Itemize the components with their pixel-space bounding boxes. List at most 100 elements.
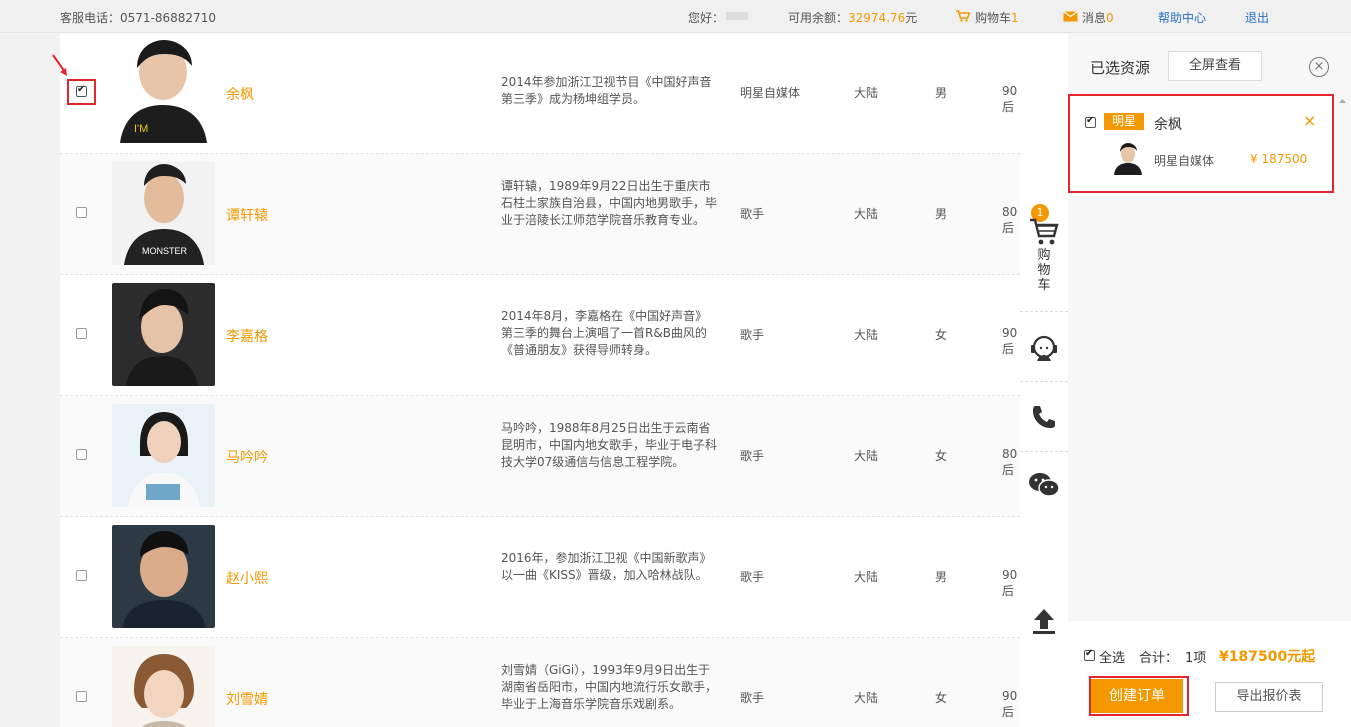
resource-gender: 女 bbox=[935, 328, 948, 342]
fullscreen-button[interactable]: 全屏查看 bbox=[1168, 51, 1262, 81]
resource-region: 大陆 bbox=[854, 449, 879, 463]
resource-name[interactable]: 谭轩辕 bbox=[226, 205, 268, 225]
table-row[interactable]: MONSTER 谭轩辕 谭轩辕，1989年9月22日出生于重庆市石柱土家族自治县… bbox=[60, 154, 1020, 275]
message-link[interactable]: 消息0 bbox=[1082, 9, 1114, 26]
resource-region: 大陆 bbox=[854, 570, 879, 584]
username-masked bbox=[726, 12, 748, 20]
resource-gender: 男 bbox=[935, 86, 948, 100]
resource-region: 大陆 bbox=[854, 328, 879, 342]
resource-name[interactable]: 余枫 bbox=[226, 84, 254, 104]
avatar[interactable] bbox=[112, 646, 215, 727]
resource-category: 歌手 bbox=[740, 207, 765, 221]
resource-gender: 女 bbox=[935, 449, 948, 463]
scroll-up-icon[interactable] bbox=[1334, 95, 1351, 105]
table-row[interactable]: 马吟吟 马吟吟，1988年8月25日出生于云南省昆明市，中国内地女歌手，毕业于电… bbox=[60, 396, 1020, 517]
resource-name[interactable]: 刘雪婧 bbox=[226, 689, 268, 709]
remove-item-icon[interactable]: × bbox=[1303, 111, 1316, 130]
avatar[interactable] bbox=[112, 283, 215, 386]
resource-category: 歌手 bbox=[740, 570, 765, 584]
annotation-arrow-icon bbox=[52, 54, 67, 76]
cart-icon[interactable] bbox=[956, 10, 970, 22]
select-all-checkbox[interactable] bbox=[1084, 648, 1095, 661]
divider bbox=[1020, 311, 1068, 312]
table-row[interactable]: 刘雪婧 刘雪婧（GiGi），1993年9月9日出生于湖南省岳阳市，中国内地流行乐… bbox=[60, 638, 1020, 727]
resource-name[interactable]: 马吟吟 bbox=[226, 447, 268, 467]
back-to-top-button[interactable] bbox=[1020, 607, 1068, 635]
resource-category: 歌手 bbox=[740, 328, 765, 342]
avatar[interactable]: I'M bbox=[112, 40, 215, 143]
resource-category: 歌手 bbox=[740, 449, 765, 463]
customer-service-icon bbox=[1031, 335, 1057, 361]
resource-name[interactable]: 赵小熙 bbox=[226, 568, 268, 588]
resource-gender: 男 bbox=[935, 207, 948, 221]
toolbar-cart-button[interactable]: 购物车 bbox=[1020, 218, 1068, 293]
avatar[interactable]: MONSTER bbox=[112, 162, 215, 265]
hotline-text: 客服电话：0571-86882710 bbox=[60, 11, 216, 25]
create-order-button[interactable]: 创建订单 bbox=[1091, 679, 1183, 713]
resource-description: 谭轩辕，1989年9月22日出生于重庆市石柱土家族自治县，中国内地男歌手，毕业于… bbox=[501, 179, 718, 227]
resource-list: I'M 余枫 2014年参加浙江卫视节目《中国好声音第三季》成为杨坤组学员。 明… bbox=[60, 33, 1020, 727]
resource-description: 2014年8月，李嘉格在《中国好声音》第三季的舞台上演唱了一首R&B曲风的《普通… bbox=[501, 309, 708, 357]
avatar[interactable] bbox=[112, 525, 215, 628]
selected-item-price: ¥ 187500 bbox=[1250, 152, 1308, 166]
row-checkbox[interactable] bbox=[76, 449, 87, 460]
selected-item-tag: 明星 bbox=[1104, 113, 1144, 130]
resource-gender: 男 bbox=[935, 570, 948, 584]
phone-icon bbox=[1033, 406, 1055, 428]
mail-icon[interactable] bbox=[1063, 11, 1078, 22]
resource-description: 2016年，参加浙江卫视《中国新歌声》以一曲《KISS》晋级，加入哈林战队。 bbox=[501, 551, 712, 582]
row-checkbox[interactable] bbox=[76, 570, 87, 581]
resource-age: 90后 bbox=[1002, 568, 1018, 598]
divider bbox=[1020, 451, 1068, 452]
resource-name[interactable]: 李嘉格 bbox=[226, 326, 268, 346]
toolbar-cart-label: 购物车 bbox=[1037, 248, 1051, 293]
wechat-button[interactable] bbox=[1020, 471, 1068, 499]
table-row[interactable]: 赵小熙 2016年，参加浙江卫视《中国新歌声》以一曲《KISS》晋级，加入哈林战… bbox=[60, 517, 1020, 638]
resource-description: 刘雪婧（GiGi），1993年9月9日出生于湖南省岳阳市，中国内地流行乐女歌手，… bbox=[501, 663, 718, 711]
table-row[interactable]: I'M 余枫 2014年参加浙江卫视节目《中国好声音第三季》成为杨坤组学员。 明… bbox=[60, 33, 1020, 154]
phone-button[interactable] bbox=[1020, 403, 1068, 431]
total-price: ¥187500元起 bbox=[1219, 649, 1316, 665]
help-center-link[interactable]: 帮助中心 bbox=[1158, 9, 1206, 26]
order-summary-bar: 全选 合计： 1项 ¥187500元起 创建订单 导出报价表 bbox=[1068, 621, 1351, 727]
svg-text:MONSTER: MONSTER bbox=[142, 246, 188, 256]
resource-age: 90后 bbox=[1002, 84, 1018, 114]
cart-icon bbox=[1030, 218, 1059, 245]
resource-age: 90后 bbox=[1002, 326, 1018, 356]
greeting: 您好： bbox=[688, 11, 725, 25]
row-checkbox[interactable] bbox=[76, 328, 87, 339]
side-toolbar: 1 购物车 bbox=[1020, 33, 1068, 727]
logout-link[interactable]: 退出 bbox=[1245, 9, 1269, 26]
svg-text:I'M: I'M bbox=[134, 123, 148, 135]
resource-category: 明星自媒体 bbox=[740, 86, 801, 100]
total-label: 合计： bbox=[1139, 651, 1179, 666]
selected-item-category: 明星自媒体 bbox=[1154, 154, 1215, 168]
wechat-icon bbox=[1029, 473, 1060, 497]
selected-item-checkbox[interactable] bbox=[1085, 115, 1096, 128]
row-checkbox[interactable] bbox=[76, 84, 87, 97]
table-row[interactable]: 李嘉格 2014年8月，李嘉格在《中国好声音》第三季的舞台上演唱了一首R&B曲风… bbox=[60, 275, 1020, 396]
cart-link[interactable]: 购物车1 bbox=[975, 9, 1019, 26]
row-checkbox[interactable] bbox=[76, 207, 87, 218]
panel-scrollbar[interactable] bbox=[1334, 95, 1351, 621]
selected-resources-panel: 已选资源 全屏查看 × 明星 余枫 × 明星自媒体 ¥ 187500 bbox=[1068, 33, 1351, 621]
resource-region: 大陆 bbox=[854, 207, 879, 221]
resource-age: 90后 bbox=[1002, 689, 1018, 719]
panel-title: 已选资源 bbox=[1090, 59, 1151, 77]
resource-age: 80后 bbox=[1002, 205, 1018, 235]
resource-region: 大陆 bbox=[854, 691, 879, 705]
close-icon[interactable]: × bbox=[1309, 57, 1329, 77]
top-bar: 客服电话：0571-86882710 您好： 可用余额：32974.76元 购物… bbox=[0, 0, 1351, 33]
selected-item[interactable]: 明星 余枫 × 明星自媒体 ¥ 187500 bbox=[1068, 94, 1334, 193]
resource-category: 歌手 bbox=[740, 691, 765, 705]
divider bbox=[1020, 381, 1068, 382]
row-checkbox[interactable] bbox=[76, 691, 87, 702]
resource-description: 2014年参加浙江卫视节目《中国好声音第三季》成为杨坤组学员。 bbox=[501, 75, 712, 106]
select-all-label[interactable]: 全选 bbox=[1099, 647, 1125, 666]
balance: 可用余额：32974.76元 bbox=[788, 11, 918, 25]
resource-description: 马吟吟，1988年8月25日出生于云南省昆明市，中国内地女歌手，毕业于电子科技大… bbox=[501, 421, 718, 469]
customer-service-button[interactable] bbox=[1020, 333, 1068, 363]
resource-gender: 女 bbox=[935, 691, 948, 705]
avatar[interactable] bbox=[112, 404, 215, 507]
export-quote-button[interactable]: 导出报价表 bbox=[1215, 682, 1323, 712]
